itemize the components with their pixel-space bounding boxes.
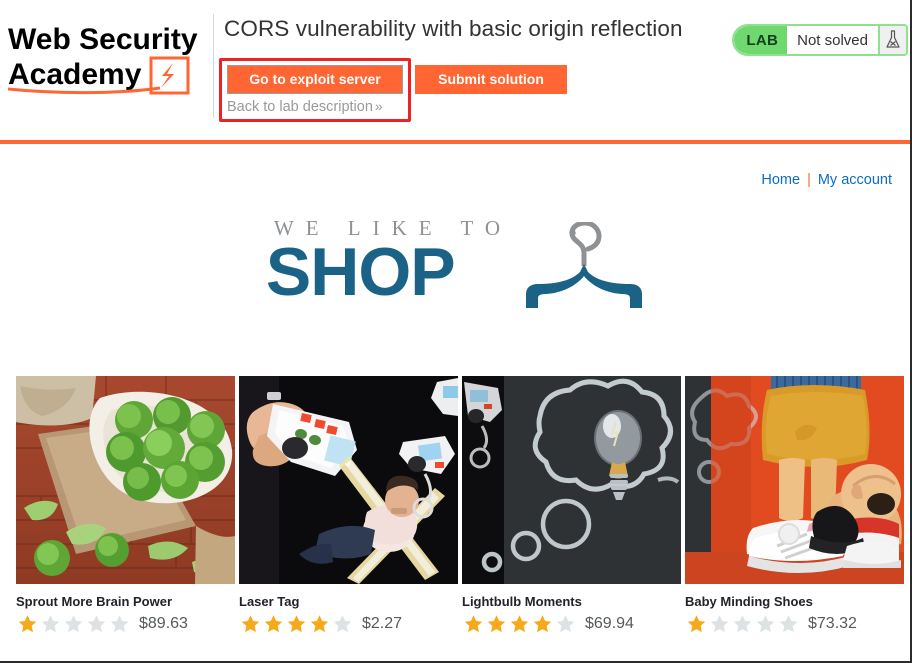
product-rating-row: $2.27 bbox=[239, 613, 458, 635]
product-name: Lightbulb Moments bbox=[462, 594, 582, 609]
star-empty-icon bbox=[710, 615, 729, 633]
product-image-laser-tag[interactable] bbox=[239, 376, 458, 584]
product-image-baby-shoes[interactable] bbox=[685, 376, 904, 584]
svg-text:Academy: Academy bbox=[8, 58, 142, 91]
star-empty-icon bbox=[110, 615, 129, 633]
star-filled-icon bbox=[264, 615, 283, 633]
header-divider bbox=[213, 14, 214, 118]
star-filled-icon bbox=[510, 615, 529, 633]
product-price: $73.32 bbox=[808, 615, 857, 632]
star-filled-icon bbox=[287, 615, 306, 633]
lab-page: Web Security Academy CORS vulnerability … bbox=[0, 0, 912, 663]
star-filled-icon bbox=[487, 615, 506, 633]
back-to-lab-description-link[interactable]: Back to lab description» bbox=[227, 98, 383, 115]
lab-header: Web Security Academy CORS vulnerability … bbox=[0, 0, 910, 144]
rating-stars bbox=[16, 613, 131, 635]
lab-badge: LAB bbox=[734, 26, 788, 54]
star-empty-icon bbox=[733, 615, 752, 633]
rating-stars bbox=[685, 613, 800, 635]
star-empty-icon bbox=[41, 615, 60, 633]
nav-link-my-account[interactable]: My account bbox=[818, 172, 892, 188]
star-filled-icon bbox=[18, 615, 37, 633]
product-card[interactable]: Sprout More Brain Power $89.63 bbox=[16, 376, 235, 635]
star-filled-icon bbox=[310, 615, 329, 633]
product-price: $2.27 bbox=[362, 615, 403, 632]
star-empty-icon bbox=[556, 615, 575, 633]
nav-separator: | bbox=[807, 172, 811, 188]
product-rating-row: $89.63 bbox=[16, 613, 235, 635]
product-price: $69.94 bbox=[585, 615, 634, 632]
star-filled-icon bbox=[241, 615, 260, 633]
chevron-right-icon: » bbox=[374, 98, 383, 114]
lab-title: CORS vulnerability with basic origin ref… bbox=[224, 16, 683, 41]
shop-content: Home | My account WE LIKE TO SHOP Sprout… bbox=[0, 144, 910, 659]
product-card[interactable]: Lightbulb Moments $69.94 bbox=[462, 376, 681, 635]
product-name: Laser Tag bbox=[239, 594, 300, 609]
go-to-exploit-server-button[interactable]: Go to exploit server bbox=[227, 65, 403, 94]
submit-solution-button[interactable]: Submit solution bbox=[415, 65, 567, 94]
product-price: $89.63 bbox=[139, 615, 188, 632]
shop-logo-wordmark: WE LIKE TO SHOP bbox=[265, 216, 512, 310]
clothes-hanger-icon bbox=[524, 220, 644, 319]
product-rating-row: $69.94 bbox=[462, 613, 681, 635]
shop-logo[interactable]: WE LIKE TO SHOP bbox=[0, 216, 910, 319]
product-image-lightbulb[interactable] bbox=[462, 376, 681, 584]
product-grid: Sprout More Brain Power $89.63 Laser Tag… bbox=[16, 376, 904, 635]
svg-text:Web Security: Web Security bbox=[8, 23, 198, 56]
back-link-label: Back to lab description bbox=[227, 99, 373, 115]
nav-link-home[interactable]: Home bbox=[761, 172, 800, 188]
star-filled-icon bbox=[464, 615, 483, 633]
flask-icon bbox=[878, 26, 906, 54]
star-filled-icon bbox=[533, 615, 552, 633]
star-empty-icon bbox=[64, 615, 83, 633]
web-security-academy-logo[interactable]: Web Security Academy bbox=[7, 18, 206, 98]
product-card[interactable]: Laser Tag $2.27 bbox=[239, 376, 458, 635]
product-rating-row: $73.32 bbox=[685, 613, 904, 635]
product-image-sprouts[interactable] bbox=[16, 376, 235, 584]
star-empty-icon bbox=[779, 615, 798, 633]
lab-status-widget: LAB Not solved bbox=[732, 24, 908, 56]
star-empty-icon bbox=[756, 615, 775, 633]
lab-status-text: Not solved bbox=[787, 26, 878, 54]
rating-stars bbox=[239, 613, 354, 635]
product-card[interactable]: Baby Minding Shoes $73.32 bbox=[685, 376, 904, 635]
product-name: Baby Minding Shoes bbox=[685, 594, 813, 609]
star-empty-icon bbox=[333, 615, 352, 633]
shop-wordmark: SHOP bbox=[265, 234, 456, 310]
star-empty-icon bbox=[87, 615, 106, 633]
product-name: Sprout More Brain Power bbox=[16, 594, 173, 609]
star-filled-icon bbox=[687, 615, 706, 633]
account-nav: Home | My account bbox=[761, 172, 892, 188]
rating-stars bbox=[462, 613, 577, 635]
